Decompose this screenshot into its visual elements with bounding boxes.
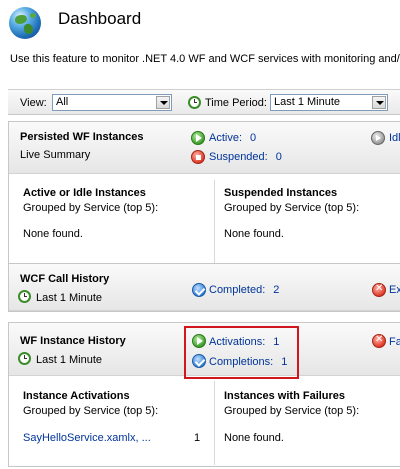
persisted-wf-header: Persisted WF Instances Live Summary Acti…	[9, 122, 400, 174]
chevron-down-icon[interactable]	[156, 96, 170, 109]
active-value: 0	[250, 132, 257, 144]
panel-title: Persisted WF Instances	[20, 131, 144, 143]
instances-with-failures-empty: None found.	[224, 432, 284, 444]
service-count: 1	[194, 432, 201, 444]
service-link[interactable]: SayHelloService.xamlx, ...	[23, 432, 151, 444]
page-description: Use this feature to monitor .NET 4.0 WF …	[10, 53, 400, 65]
active-idle-title: Active or Idle Instances	[23, 187, 146, 199]
panel-subtitle: Live Summary	[20, 149, 91, 161]
column-divider	[214, 180, 215, 264]
page-title: Dashboard	[58, 9, 142, 28]
wf-period: Last 1 Minute	[36, 354, 103, 366]
completed-value: 2	[273, 284, 280, 296]
active-idle-empty: None found.	[23, 228, 83, 240]
suspended-stat[interactable]: Suspended: 0	[209, 151, 282, 163]
wcf-period: Last 1 Minute	[36, 292, 103, 304]
page-header: Dashboard	[0, 0, 400, 44]
persisted-wf-panel: Persisted WF Instances Live Summary Acti…	[8, 121, 400, 267]
failures-stat[interactable]: Fa	[389, 336, 400, 348]
completed-stat[interactable]: Completed: 2	[209, 284, 279, 296]
idle-stat[interactable]: Idl	[389, 132, 400, 144]
highlight-box	[184, 326, 299, 379]
panel-title: WCF Call History	[20, 273, 110, 285]
clock-icon	[18, 290, 32, 304]
error-icon	[372, 283, 386, 297]
instance-activations-subtitle: Grouped by Service (top 5):	[23, 405, 159, 417]
time-period-select[interactable]: Last 1 Minute	[270, 94, 388, 111]
check-icon	[192, 283, 206, 297]
stop-icon	[191, 150, 205, 164]
error-icon	[372, 334, 386, 348]
suspended-instances-empty: None found.	[224, 228, 284, 240]
chevron-down-icon[interactable]	[372, 96, 386, 109]
instance-activations-title: Instance Activations	[23, 390, 130, 402]
view-select-value: All	[56, 96, 69, 108]
suspended-value: 0	[275, 151, 282, 163]
play-icon	[191, 131, 205, 145]
clock-icon	[188, 96, 202, 110]
view-select[interactable]: All	[52, 94, 172, 111]
instances-with-failures-subtitle: Grouped by Service (top 5):	[224, 405, 360, 417]
wcf-call-history-panel: WCF Call History Last 1 Minute Completed…	[8, 263, 400, 312]
time-period-value: Last 1 Minute	[274, 96, 341, 108]
exceptions-stat[interactable]: Ex	[389, 284, 400, 296]
active-label: Active:	[209, 132, 243, 144]
filter-toolbar: View: All Time Period: Last 1 Minute	[8, 89, 400, 115]
active-idle-subtitle: Grouped by Service (top 5):	[23, 202, 159, 214]
time-period-label: Time Period:	[205, 97, 267, 109]
wcf-header: WCF Call History Last 1 Minute Completed…	[9, 264, 400, 311]
idle-icon	[371, 131, 385, 145]
globe-icon	[9, 7, 41, 39]
instances-with-failures-title: Instances with Failures	[224, 390, 346, 402]
suspended-instances-subtitle: Grouped by Service (top 5):	[224, 202, 360, 214]
completed-label: Completed:	[209, 284, 266, 296]
clock-icon	[18, 352, 32, 366]
column-divider	[214, 381, 215, 465]
active-stat[interactable]: Active: 0	[209, 132, 256, 144]
suspended-instances-title: Suspended Instances	[224, 187, 338, 199]
suspended-label: Suspended:	[209, 151, 268, 163]
view-label: View:	[20, 97, 47, 109]
panel-title: WF Instance History	[20, 335, 126, 347]
